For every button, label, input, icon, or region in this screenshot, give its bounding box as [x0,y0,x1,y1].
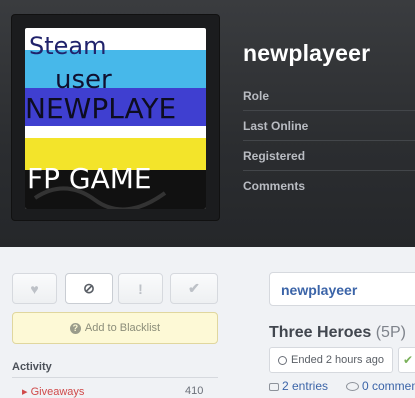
sidebar-item-label: Giveaways [30,386,85,398]
info-role-label: Role [243,89,270,103]
giveaway-game-name: Three Heroes [269,324,372,341]
add-to-blacklist-button[interactable]: ? Add to Blacklist [12,312,218,344]
giveaways-count: 410 [185,385,204,397]
info-comments-label: Comments [243,179,306,193]
favorite-button[interactable]: ♥ [12,273,57,304]
activity-heading: Activity [12,361,52,373]
comments-label: 0 comments [362,379,415,393]
section-header: newplayeer [269,272,415,306]
check-icon: ✔ [188,280,200,296]
divider [243,170,415,171]
profile-banner: Steam user NEWPLAYE FP GAME newplayeer R… [0,0,415,247]
blacklist-label: Add to Blacklist [84,322,161,334]
svg-text:Steam: Steam [29,32,107,60]
divider [243,110,415,111]
svg-text:user: user [55,65,112,95]
giveaway-comments-link[interactable]: 0 comments [346,379,415,393]
giveaway-entries-link[interactable]: 2 entries [269,379,328,393]
arrow-icon: ▸ [22,386,28,398]
exclamation-icon: ! [138,280,143,297]
giveaway-title[interactable]: Three Heroes (5P) [269,324,406,342]
clock-icon [278,355,287,365]
divider [243,140,415,141]
tag-icon [269,383,279,391]
giveaway-ended-badge: Ended 2 hours ago [269,347,393,373]
block-icon: ⊘ [83,280,95,296]
profile-username: newplayeer [243,40,371,66]
report-button[interactable]: ! [118,273,163,304]
avatar: Steam user NEWPLAYE FP GAME [25,28,206,209]
block-button[interactable]: ⊘ [65,273,113,304]
info-last-online-label: Last Online [243,119,309,133]
trade-button[interactable]: ✔ [170,273,218,304]
section-header-username[interactable]: newplayeer [281,282,357,298]
ended-label: Ended 2 hours ago [291,354,384,366]
avatar-frame: Steam user NEWPLAYE FP GAME [12,15,219,220]
info-registered-label: Registered [243,149,306,163]
heart-icon: ♥ [30,280,39,297]
winner-badge: ✔ [398,347,415,373]
svg-text:NEWPLAYE: NEWPLAYE [25,92,176,125]
check-circle-icon: ✔ [403,353,414,367]
comment-icon [346,382,359,391]
question-icon: ? [69,322,81,334]
entries-label: 2 entries [282,379,329,393]
divider [12,377,218,378]
giveaway-points: (5P) [375,324,406,341]
